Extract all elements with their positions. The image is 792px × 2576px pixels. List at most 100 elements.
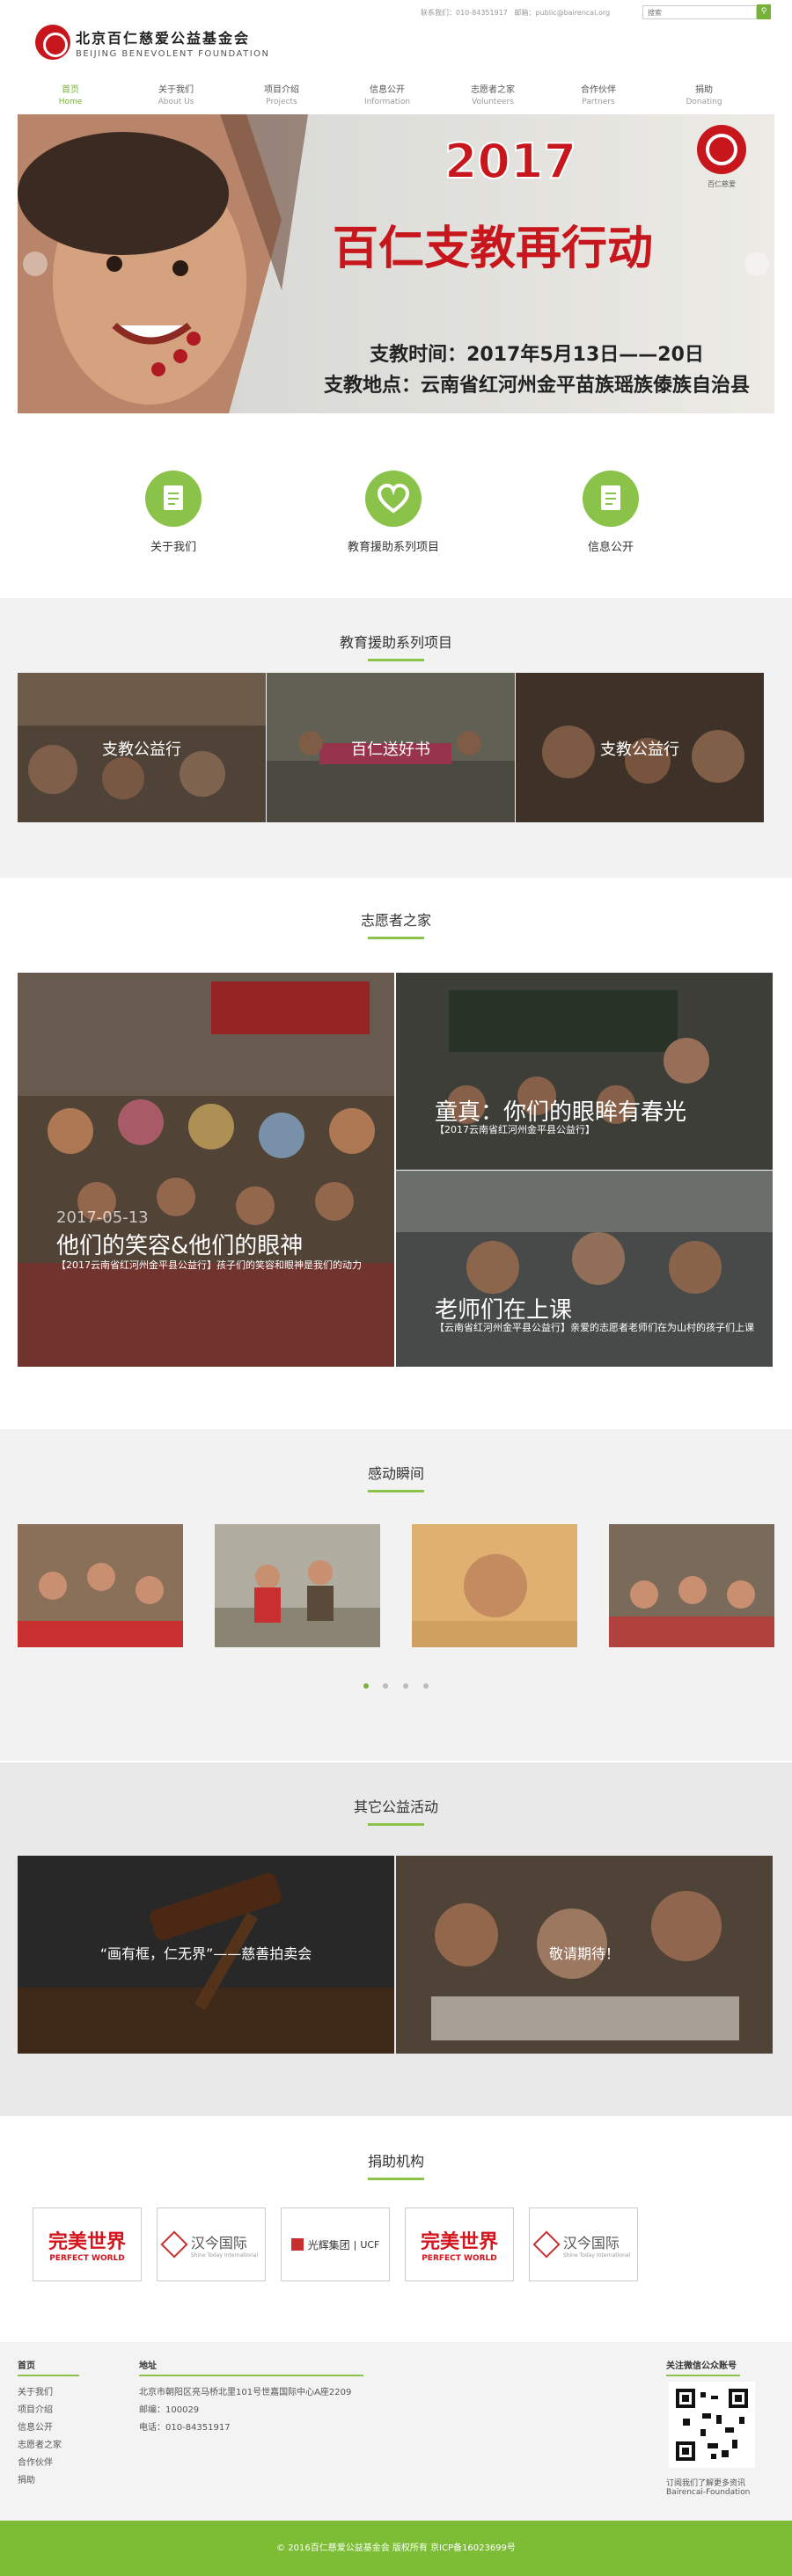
edu-card[interactable]: 百仁送好书 <box>267 673 515 822</box>
nav-item-home[interactable]: 首页 Home <box>26 82 114 106</box>
nav-label-cn: 志愿者之家 <box>471 85 515 95</box>
carousel-dot[interactable] <box>403 1683 408 1689</box>
search-button[interactable]: ⚲ <box>757 4 771 19</box>
moment-photo[interactable] <box>215 1524 380 1647</box>
footer-col-title[interactable]: 首页 <box>18 2358 79 2376</box>
sponsor-name-cn: 完美世界 <box>48 2231 126 2253</box>
volunteer-feature-card[interactable]: 2017-05-13 他们的笑容&他们的眼神 【2017云南省红河州金平县公益行… <box>18 973 394 1367</box>
footer-wechat-title: 关注微信公众账号 <box>666 2358 740 2376</box>
nav-item-information[interactable]: 信息公开 Information <box>343 82 431 106</box>
section-title-text: 感动瞬间 <box>367 1465 424 1482</box>
nav-label-cn: 信息公开 <box>370 85 405 95</box>
section-title-text: 其它公益活动 <box>353 1799 438 1815</box>
edu-card-label: 支教公益行 <box>102 741 181 759</box>
sponsor-logo-perfect-world[interactable]: 完美世界 PERFECT WORLD <box>405 2207 514 2281</box>
sponsor-mark-icon <box>532 2230 561 2259</box>
search-icon: ⚲ <box>760 7 767 16</box>
sponsor-name-cn: 汉今国际 <box>190 2234 247 2251</box>
sponsor-mark-icon <box>160 2230 188 2259</box>
footer: 首页 关于我们 项目介绍 信息公开 志愿者之家 合作伙伴 捐助 地址 北京市朝阳… <box>0 2342 792 2521</box>
sponsor-logo-shine-today[interactable]: 汉今国际 Shine Today International <box>529 2207 638 2281</box>
moments-section-title: 感动瞬间 <box>0 1462 792 1492</box>
footer-link[interactable]: 志愿者之家 <box>18 2437 62 2450</box>
footer-postcode: 邮编：100029 <box>139 2405 200 2415</box>
edu-section-title: 教育援助系列项目 <box>0 631 792 661</box>
volunteer-feature-title: 他们的笑容&他们的眼神 <box>56 1233 304 1259</box>
banner-time: 支教时间：2017年5月13日——20日 <box>370 343 704 366</box>
edu-card-label: 百仁送好书 <box>351 741 430 759</box>
quick-link-about[interactable]: 关于我们 <box>121 471 226 554</box>
footer-link[interactable]: 关于我们 <box>18 2384 53 2397</box>
next-arrow-icon[interactable] <box>744 252 769 276</box>
edu-card-label: 支教公益行 <box>600 741 679 759</box>
wechat-desc: 订阅我们了解更多资讯 <box>666 2479 746 2488</box>
section-title-text: 教育援助系列项目 <box>339 634 452 651</box>
sponsor-name-en: Shine Today International <box>562 2251 631 2259</box>
quick-link-edu-projects[interactable]: 教育援助系列项目 <box>341 471 446 554</box>
other-activity-label: 敬请期待！ <box>548 1945 620 1962</box>
top-bar: 联系我们：010-84351917 邮箱：public@bairencai.or… <box>0 0 792 23</box>
banner-badge: 百仁慈爱 <box>708 179 736 188</box>
sponsor-name-cn: 汉今国际 <box>562 2234 620 2251</box>
nav-item-volunteers[interactable]: 志愿者之家 Volunteers <box>449 82 537 106</box>
prev-arrow-icon[interactable] <box>23 252 48 276</box>
wechat-desc-en: Bairencai-Foundation <box>666 2488 751 2497</box>
search-input[interactable] <box>642 5 757 19</box>
sponsor-logo-perfect-world[interactable]: 完美世界 PERFECT WORLD <box>33 2207 142 2281</box>
sponsor-logo-ucf[interactable]: 光辉集团 | UCF <box>281 2207 390 2281</box>
other-activity-card[interactable]: 敬请期待！ <box>396 1856 773 2054</box>
logo-mark-icon <box>35 25 70 60</box>
other-section-title: 其它公益活动 <box>0 1795 792 1826</box>
email-label[interactable]: 邮箱：public@bairencai.org <box>515 9 611 17</box>
footer-link[interactable]: 项目介绍 <box>18 2402 53 2415</box>
nav-label-cn: 合作伙伴 <box>581 85 616 95</box>
nav-label-cn: 项目介绍 <box>264 85 299 95</box>
section-title-text: 志愿者之家 <box>360 912 431 929</box>
quick-link-information[interactable]: 信息公开 <box>558 471 664 554</box>
carousel-dot[interactable] <box>363 1683 369 1689</box>
document-icon <box>583 471 639 527</box>
footer-address: 北京市朝阳区亮马桥北里101号世嘉国际中心A座2209 <box>139 2388 352 2397</box>
moment-photo[interactable] <box>18 1524 183 1647</box>
nav-item-donating[interactable]: 捐助 Donating <box>660 82 748 106</box>
nav-label-en: Partners <box>582 98 615 106</box>
nav-label-en: Information <box>363 98 411 106</box>
footer-phone: 电话：010-84351917 <box>139 2423 231 2433</box>
phone-label: 联系我们：010-84351917 <box>421 9 508 17</box>
nav-item-about[interactable]: 关于我们 About Us <box>132 82 220 106</box>
nav-item-partners[interactable]: 合作伙伴 Partners <box>554 82 642 106</box>
carousel-dot[interactable] <box>383 1683 388 1689</box>
nav-label-en: Donating <box>686 98 722 106</box>
quick-link-label: 关于我们 <box>150 541 196 554</box>
banner-year: 2017 <box>444 134 576 189</box>
volunteer-card[interactable]: 老师们在上课 【云南省红河州金平县公益行】亲爱的志愿者老师们在为山村的孩子们上课 <box>396 1171 773 1367</box>
footer-link[interactable]: 信息公开 <box>18 2419 53 2433</box>
other-activity-card[interactable]: “画有框，仁无界”——慈善拍卖会 <box>18 1856 394 2054</box>
quick-link-label: 信息公开 <box>587 541 634 554</box>
volunteer-feature-date: 2017-05-13 <box>56 1208 149 1227</box>
moment-photo[interactable] <box>609 1524 774 1647</box>
hero-banner[interactable]: 百仁慈爱 2017 百仁支教再行动 支教时间：2017年5月13日——20日 支… <box>18 114 774 413</box>
edu-card[interactable]: 支教公益行 <box>18 673 266 822</box>
sponsor-name-cn: 完美世界 <box>420 2231 498 2253</box>
footer-col-title: 地址 <box>139 2358 363 2376</box>
volunteer-card-desc: 【2017云南省红河州金平县公益行】 <box>435 1124 595 1135</box>
nav-label-cn: 捐助 <box>695 85 713 95</box>
heart-icon <box>365 471 422 527</box>
other-activity-label: “画有框，仁无界”——慈善拍卖会 <box>99 1945 312 1962</box>
footer-link[interactable]: 合作伙伴 <box>18 2455 53 2468</box>
nav-label-en: Volunteers <box>472 98 514 106</box>
nav-item-projects[interactable]: 项目介绍 Projects <box>238 82 326 106</box>
banner-title: 百仁支教再行动 <box>333 223 653 275</box>
sponsor-name-en: PERFECT WORLD <box>422 2254 497 2263</box>
sponsor-name-cn: 光辉集团 <box>307 2238 350 2251</box>
volunteer-card[interactable]: 童真：你们的眼眸有春光 【2017云南省红河州金平县公益行】 <box>396 973 773 1170</box>
footer-link[interactable]: 捐助 <box>18 2472 35 2485</box>
sponsor-logo-shine-today[interactable]: 汉今国际 Shine Today International <box>157 2207 266 2281</box>
nav-label-en: Home <box>58 98 83 106</box>
nav-label-en: Projects <box>266 98 297 106</box>
edu-card[interactable]: 支教公益行 <box>516 673 764 822</box>
moment-photo[interactable] <box>412 1524 577 1647</box>
carousel-dot[interactable] <box>423 1683 429 1689</box>
site-logo[interactable]: 北京百仁慈爱公益基金会 BEIJING BENEVOLENT FOUNDATIO… <box>35 25 270 60</box>
